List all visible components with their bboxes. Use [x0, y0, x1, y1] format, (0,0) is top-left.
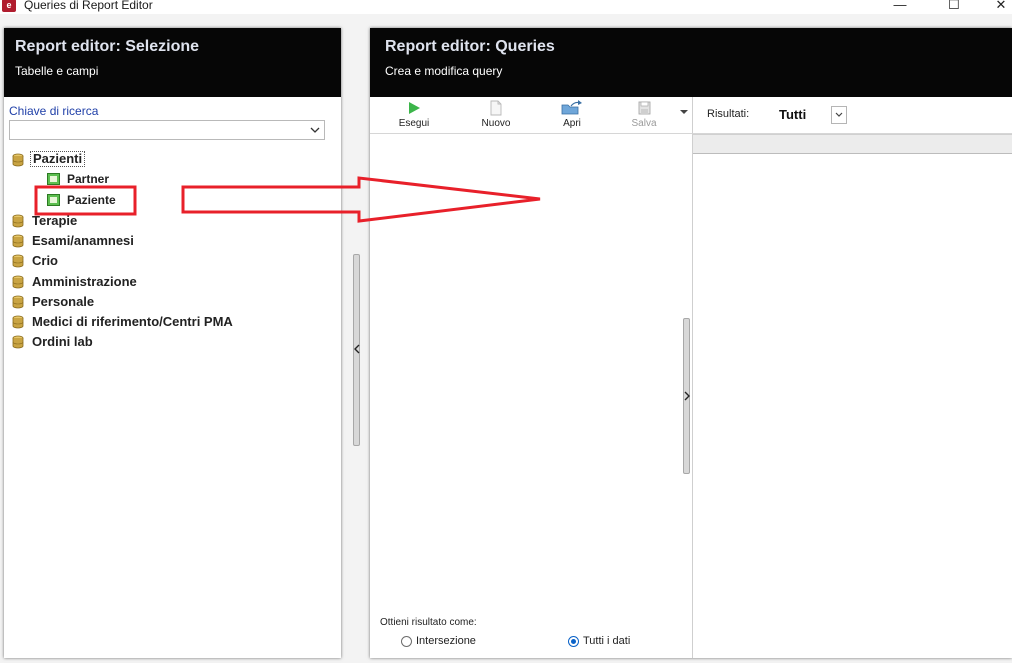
- radio-label: Tutti i dati: [583, 635, 631, 647]
- new-button-label: Nuovo: [481, 118, 511, 129]
- open-button[interactable]: Apri: [540, 97, 604, 133]
- maximize-button[interactable]: ☐: [942, 0, 966, 13]
- open-button-label: Apri: [563, 118, 581, 129]
- tree-item-label: Esami/anamnesi: [32, 233, 134, 248]
- database-icon: [12, 275, 24, 289]
- tree-item-label: Personale: [32, 294, 95, 309]
- window-title: Queries di Report Editor: [24, 0, 153, 12]
- radio-label: Intersezione: [416, 635, 476, 647]
- tree-item-label: Partner: [67, 172, 110, 186]
- database-icon: [12, 214, 24, 228]
- run-button-label: Esegui: [398, 118, 430, 129]
- database-icon: [12, 234, 24, 248]
- minimize-button[interactable]: —: [888, 0, 912, 13]
- tree-item-label: Terapie: [32, 213, 78, 228]
- queries-panel-title: Report editor: Queries: [385, 38, 555, 55]
- query-toolbar: Esegui Nuovo Apri Salva: [370, 97, 692, 134]
- tree-item-label: Pazienti: [30, 151, 86, 167]
- results-divider: [692, 134, 693, 658]
- selection-panel-header: Report editor: Selezione Tabelle e campi: [4, 28, 341, 97]
- results-bar: Risultati: Tutti: [692, 97, 1012, 134]
- search-label: Chiave di ricerca: [9, 104, 99, 118]
- window-titlebar: e Queries di Report Editor — ☐ ✕: [0, 0, 1012, 14]
- chevron-right-icon[interactable]: [684, 391, 690, 401]
- folder-open-icon: [561, 100, 582, 115]
- results-grid-header: [693, 134, 1012, 154]
- new-button[interactable]: Nuovo: [464, 97, 528, 133]
- tree-item-label: Medici di riferimento/Centri PMA: [32, 314, 233, 329]
- tree-item-label: Ordini lab: [32, 334, 93, 349]
- search-combo[interactable]: [9, 120, 325, 140]
- database-icon: [12, 295, 24, 309]
- database-icon: [12, 254, 24, 268]
- database-icon: [12, 335, 24, 349]
- chevron-down-icon: [835, 112, 843, 117]
- chevron-down-icon[interactable]: [309, 123, 321, 137]
- results-label: Risultati:: [707, 108, 750, 120]
- chevron-left-icon[interactable]: [354, 344, 360, 354]
- tree-item-label: Amministrazione: [32, 274, 137, 289]
- close-button[interactable]: ✕: [989, 0, 1012, 13]
- queries-panel: Report editor: Queries Crea e modifica q…: [370, 28, 1012, 658]
- save-button-label: Salva: [631, 118, 657, 129]
- tree-item-label: Crio: [32, 253, 58, 268]
- results-value[interactable]: Tutti: [779, 107, 806, 122]
- toolbar-overflow-icon[interactable]: [680, 109, 688, 115]
- save-icon: [638, 101, 651, 115]
- selection-panel-subtitle: Tabelle e campi: [15, 64, 99, 78]
- radio-button[interactable]: [568, 636, 579, 647]
- queries-panel-subtitle: Crea e modifica query: [385, 64, 503, 78]
- selection-panel-title: Report editor: Selezione: [15, 38, 200, 55]
- database-icon: [12, 315, 24, 329]
- selection-panel: Report editor: Selezione Tabelle e campi…: [4, 28, 341, 658]
- queries-panel-header: Report editor: Queries Crea e modifica q…: [370, 28, 1012, 97]
- save-button[interactable]: Salva: [612, 97, 676, 133]
- table-icon: [47, 173, 60, 185]
- play-icon: [409, 102, 420, 114]
- app-icon: e: [2, 0, 16, 12]
- results-dropdown[interactable]: [831, 106, 847, 124]
- database-icon: [12, 153, 24, 167]
- document-icon: [490, 100, 502, 116]
- radio-button[interactable]: [401, 636, 412, 647]
- tree-item-label: Paziente: [67, 193, 116, 207]
- result-mode-label: Ottieni risultato come:: [380, 617, 477, 628]
- run-button[interactable]: Esegui: [382, 97, 446, 133]
- table-icon: [47, 194, 60, 206]
